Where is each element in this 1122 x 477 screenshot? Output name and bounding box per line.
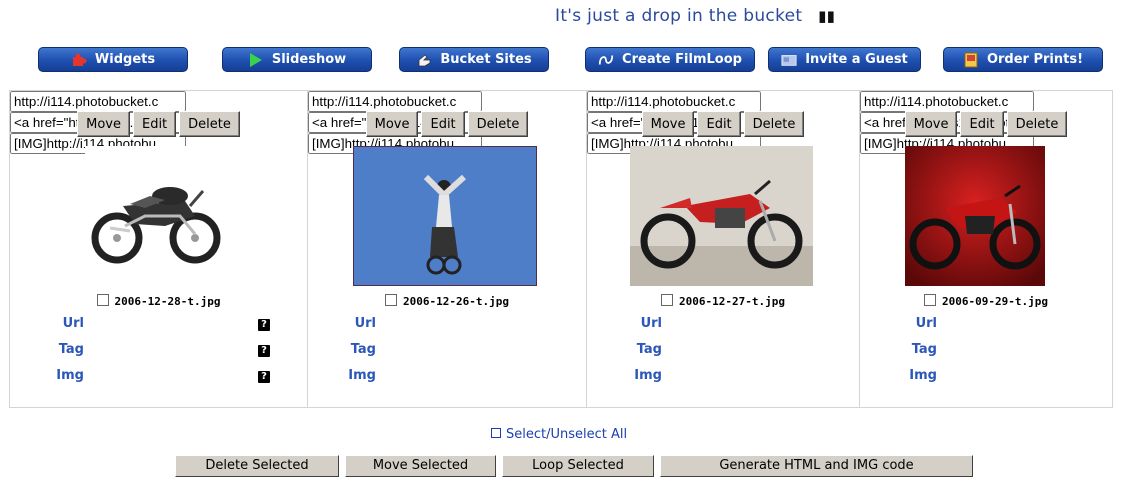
photo-thumbnail[interactable] [85,146,225,286]
tag-label-wrap: Tag [308,340,376,360]
url-label-wrap: Url [587,314,662,334]
url-field[interactable] [860,91,1034,112]
url-label: Url [354,316,376,331]
url-label-wrap: Url [860,314,937,334]
img-label: Img [56,368,84,383]
create-filmloop-label: Create FilmLoop [622,52,742,67]
photo-filename: 2006-12-26-t.jpg [308,294,586,308]
generate-code-button[interactable]: Generate HTML and IMG code [660,455,973,477]
widgets-button[interactable]: Widgets [38,47,188,72]
tag-label-wrap: Tag [587,340,662,360]
delete-button[interactable]: Delete [743,111,805,137]
drop-icon: ▮▮ [818,7,836,25]
url-label: Url [915,316,937,331]
photo-grid: Move Edit Delete 2006-12-28-t.jpg Url ? … [9,90,1113,408]
tag-label: Tag [636,342,662,357]
tag-label: Tag [58,342,84,357]
filename-text: 2006-12-27-t.jpg [679,295,785,308]
url-label-wrap: Url [10,314,84,334]
photo-card: Move Edit Delete 2006-12-27-t.jpg Url Ta… [586,91,859,407]
filename-text: 2006-12-28-t.jpg [114,295,221,308]
filename-text: 2006-09-29-t.jpg [942,295,1048,308]
url-field[interactable] [10,91,186,112]
filmloop-icon [598,52,614,68]
select-all-text: Select/Unselect All [506,427,628,442]
delete-button[interactable]: Delete [1006,111,1068,137]
bucket-sites-button[interactable]: Bucket Sites [399,47,549,72]
site-tagline: It's just a drop in the bucket ▮▮ [555,6,835,26]
order-prints-label: Order Prints! [986,52,1084,67]
url-field[interactable] [587,91,761,112]
create-filmloop-button[interactable]: Create FilmLoop [585,47,755,72]
edit-button[interactable]: Edit [132,111,177,137]
photo-filename: 2006-09-29-t.jpg [860,294,1112,308]
delete-selected-button[interactable]: Delete Selected [175,455,339,477]
slideshow-button[interactable]: Slideshow [222,47,372,72]
puzzle-icon [71,52,87,68]
delete-button[interactable]: Delete [467,111,529,137]
move-button[interactable]: Move [365,111,419,137]
edit-button[interactable]: Edit [697,111,741,137]
move-selected-button[interactable]: Move Selected [345,455,496,477]
slideshow-label: Slideshow [271,52,347,67]
photo-actions: Move Edit Delete [860,111,1112,137]
filename-text: 2006-12-26-t.jpg [403,295,509,308]
checkbox-icon [491,428,501,438]
img-label-wrap: Img [308,366,376,386]
edit-button[interactable]: Edit [421,111,465,137]
url-label-wrap: Url [308,314,376,334]
play-icon [248,52,264,68]
delete-button[interactable]: Delete [179,111,240,137]
url-label: Url [62,316,84,331]
help-icon[interactable]: ? [258,371,270,383]
top-nav: Widgets Slideshow Bucket Sites Create Fi… [0,40,1122,74]
photo-thumbnail[interactable] [905,146,1045,286]
url-field[interactable] [308,91,482,112]
img-label-wrap: Img [587,366,662,386]
move-button[interactable]: Move [904,111,958,137]
photo-thumbnail[interactable] [630,146,813,286]
loop-selected-button[interactable]: Loop Selected [502,455,654,477]
img-label: Img [909,368,937,383]
select-checkbox[interactable] [661,294,674,306]
select-checkbox[interactable] [96,294,109,306]
bucket-sites-label: Bucket Sites [440,52,532,67]
edit-button[interactable]: Edit [960,111,1004,137]
tagline-text: It's just a drop in the bucket [555,6,803,26]
select-checkbox[interactable] [385,294,398,306]
photo-actions: Move Edit Delete [308,111,586,137]
widgets-label: Widgets [94,52,156,67]
order-prints-button[interactable]: Order Prints! [943,47,1103,72]
printer-icon [963,52,979,68]
img-label: Img [348,368,376,383]
img-label-wrap: Img [10,366,84,386]
photo-thumbnail[interactable] [353,146,537,286]
hand-pointer-icon [416,52,432,68]
select-unselect-all-link[interactable]: Select/Unselect All [491,427,627,442]
invite-card-icon [781,52,797,68]
tag-label: Tag [350,342,376,357]
photo-card: Move Edit Delete 2006-12-26-t.jpg Url Ta… [307,91,586,407]
url-label: Url [640,316,662,331]
photo-actions: Move Edit Delete [10,111,307,137]
tag-label-wrap: Tag [860,340,937,360]
move-button[interactable]: Move [641,111,695,137]
invite-guest-label: Invite a Guest [805,52,908,67]
bulk-actions: Delete Selected Move Selected Loop Selec… [0,455,1122,477]
img-label-wrap: Img [860,366,937,386]
select-checkbox[interactable] [924,294,937,306]
photo-filename: 2006-12-28-t.jpg [10,294,307,308]
invite-guest-button[interactable]: Invite a Guest [768,47,921,72]
img-label: Img [634,368,662,383]
move-button[interactable]: Move [77,111,130,137]
photo-actions: Move Edit Delete [587,111,859,137]
photo-card: Move Edit Delete 2006-09-29-t.jpg Url ht… [859,91,1112,407]
photo-filename: 2006-12-27-t.jpg [587,294,859,308]
help-icon[interactable]: ? [258,345,270,357]
tag-label: Tag [911,342,937,357]
tag-label-wrap: Tag [10,340,84,360]
help-icon[interactable]: ? [258,319,270,331]
photo-card: Move Edit Delete 2006-12-28-t.jpg Url ? … [10,91,307,407]
